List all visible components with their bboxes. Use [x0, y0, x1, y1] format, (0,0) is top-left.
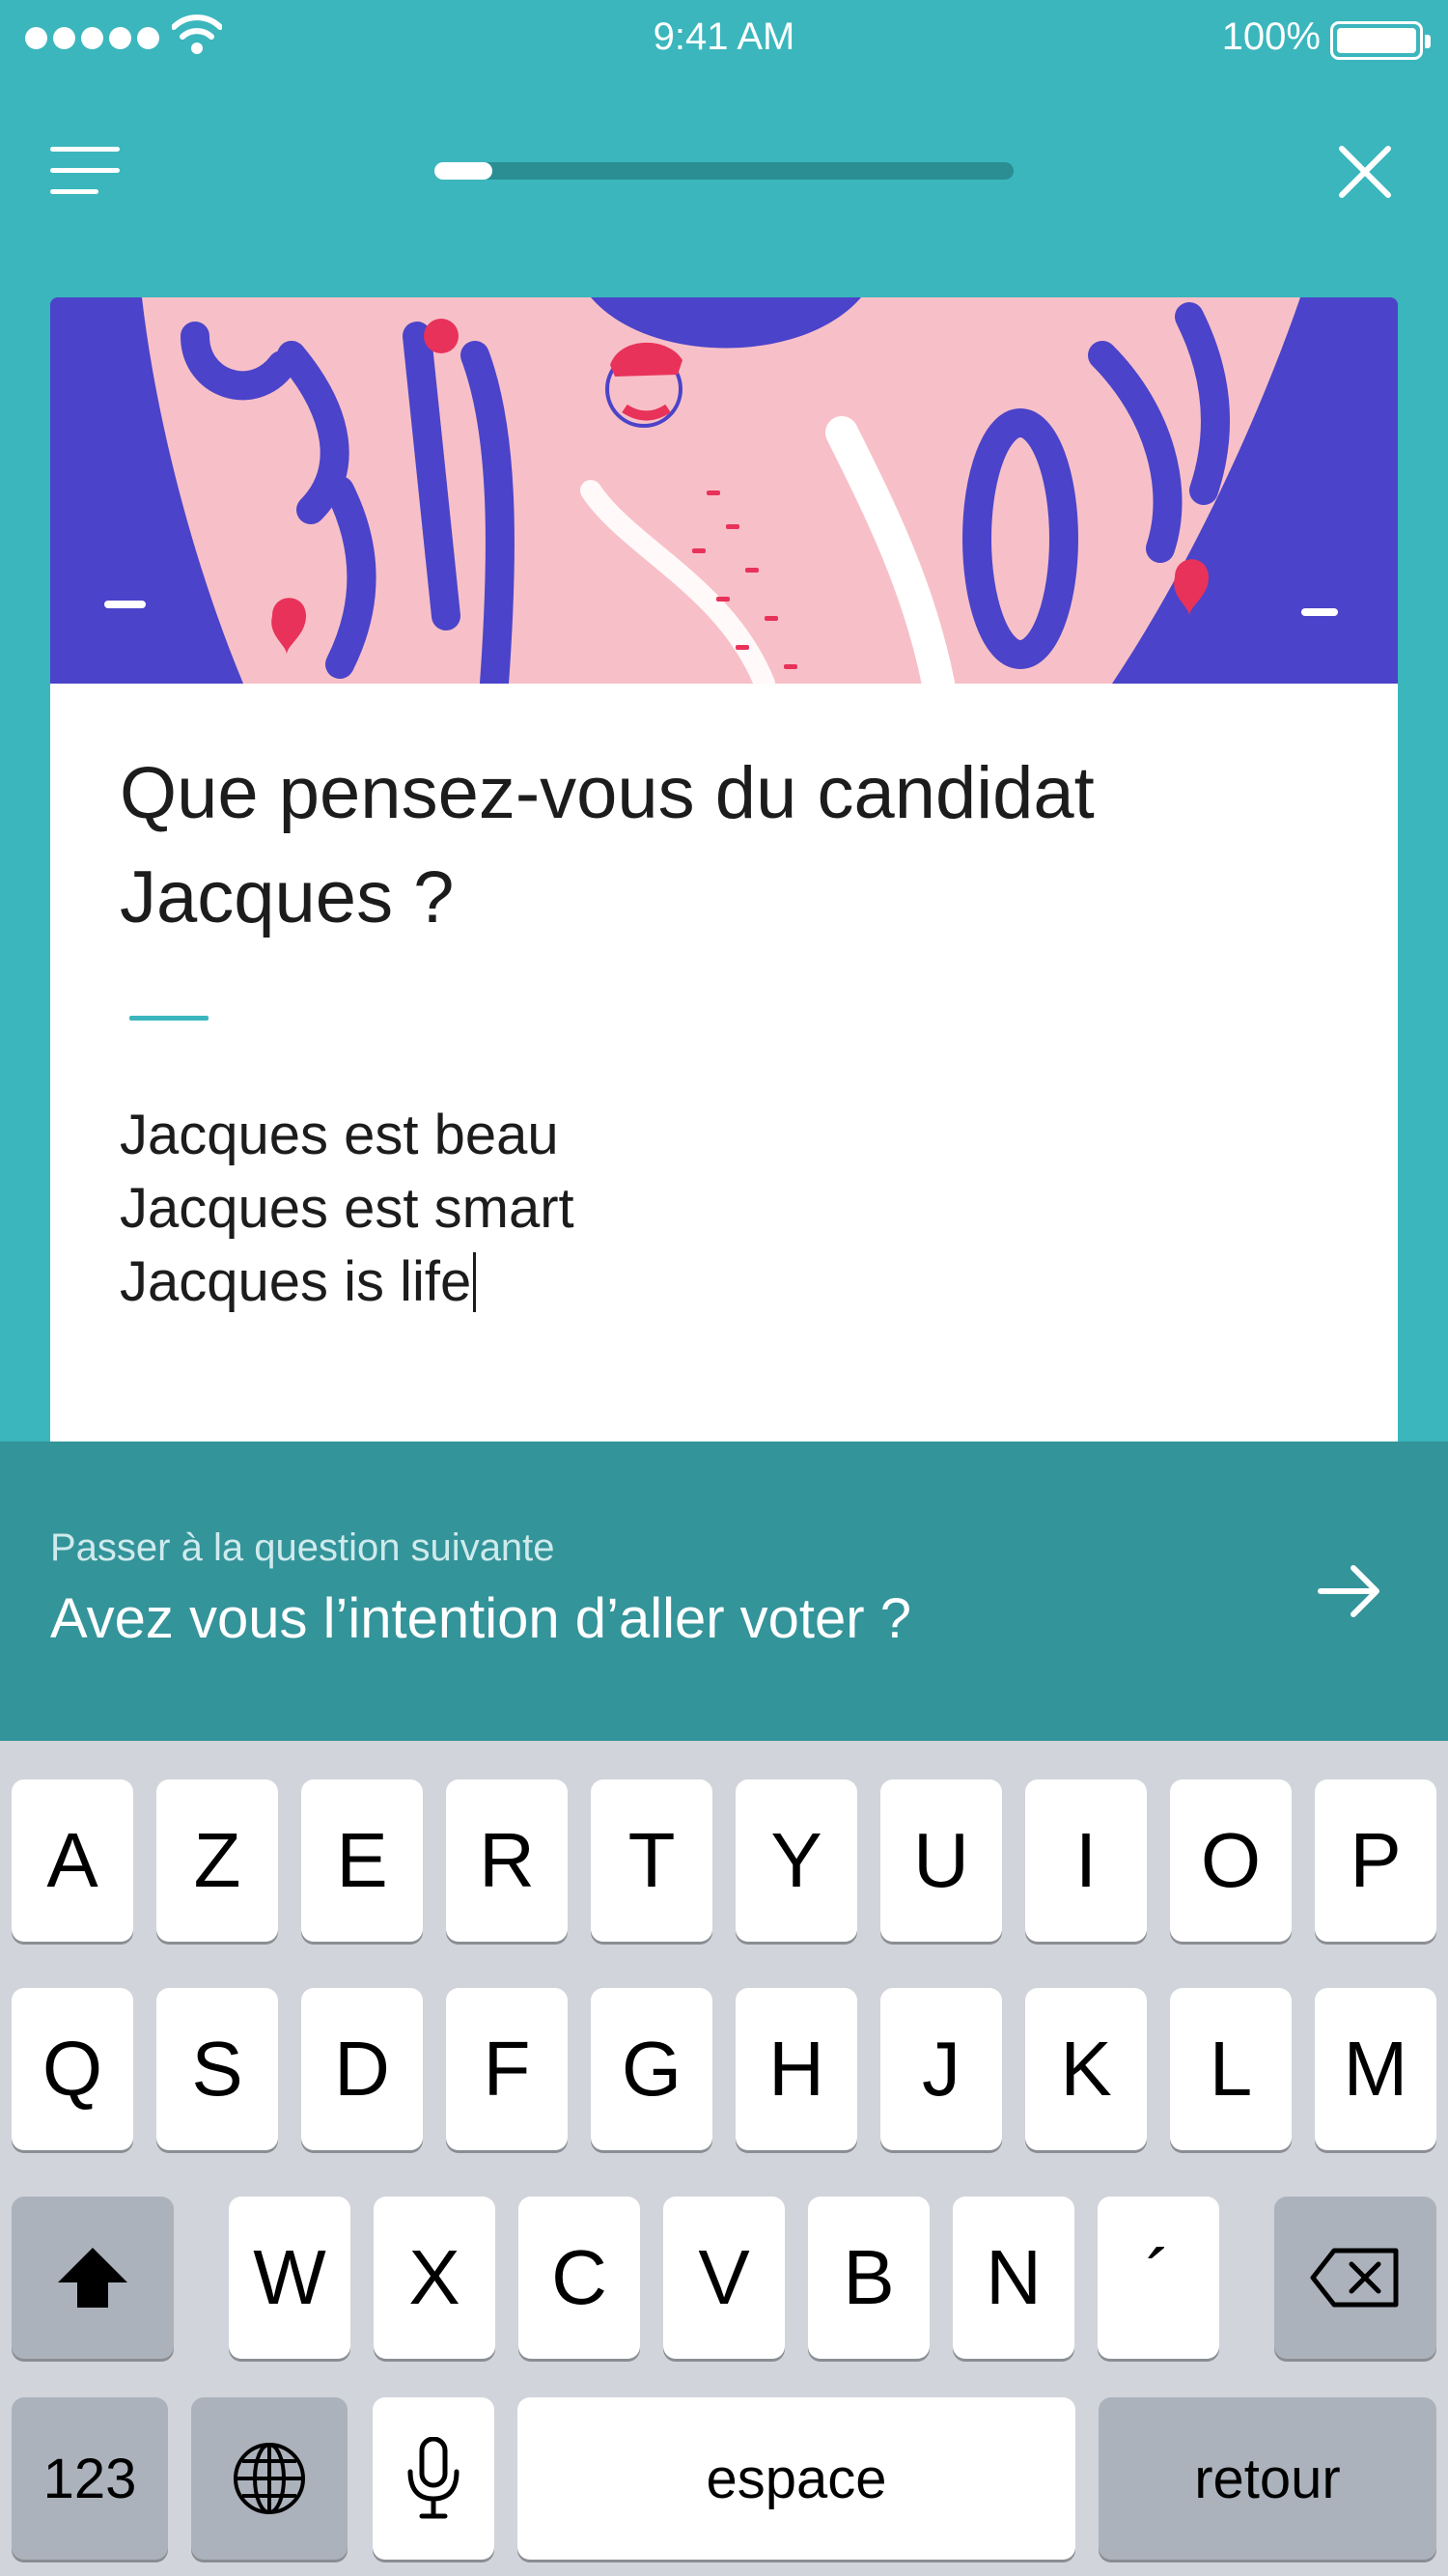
key-s[interactable]: S: [156, 1988, 278, 2150]
keyboard: A Z E R T Y U I O P Q S D F G H J K L M …: [0, 1741, 1448, 2576]
text-cursor: [473, 1252, 477, 1312]
key-e[interactable]: E: [301, 1779, 423, 1942]
key-c[interactable]: C: [518, 2197, 640, 2359]
next-question-title: Avez vous l’intention d’aller voter ?: [50, 1587, 911, 1650]
space-key[interactable]: espace: [517, 2397, 1075, 2560]
return-key[interactable]: retour: [1099, 2397, 1436, 2560]
title-divider: [129, 1016, 209, 1021]
shift-icon: [58, 2248, 127, 2308]
microphone-icon: [407, 2437, 459, 2519]
key-m[interactable]: M: [1315, 1988, 1436, 2150]
key-r[interactable]: R: [446, 1779, 568, 1942]
progress-bar: [434, 162, 1014, 180]
shift-key[interactable]: [12, 2197, 174, 2359]
progress-fill: [434, 162, 492, 180]
next-question-hint: Passer à la question suivante: [50, 1526, 555, 1569]
close-icon[interactable]: [1336, 143, 1394, 201]
hero-illustration: [50, 297, 1398, 684]
question-title: Que pensez-vous du candidat Jacques ?: [120, 752, 1095, 938]
status-bar: 9:41 AM 100%: [0, 0, 1448, 79]
answer-line-2: Jacques est smart: [120, 1177, 574, 1240]
key-q[interactable]: Q: [12, 1988, 133, 2150]
key-x[interactable]: X: [374, 2197, 495, 2359]
key-t[interactable]: T: [591, 1779, 712, 1942]
key-a[interactable]: A: [12, 1779, 133, 1942]
key-y[interactable]: Y: [736, 1779, 857, 1942]
menu-icon[interactable]: [50, 145, 120, 197]
key-accent[interactable]: ´: [1098, 2197, 1219, 2359]
key-i[interactable]: I: [1025, 1779, 1147, 1942]
key-j[interactable]: J: [880, 1988, 1002, 2150]
key-g[interactable]: G: [591, 1988, 712, 2150]
key-w[interactable]: W: [229, 2197, 350, 2359]
microphone-key[interactable]: [373, 2397, 494, 2560]
battery-icon: [1330, 21, 1431, 60]
key-d[interactable]: D: [301, 1988, 423, 2150]
key-v[interactable]: V: [663, 2197, 785, 2359]
delete-icon: [1310, 2248, 1399, 2308]
key-h[interactable]: H: [736, 1988, 857, 2150]
key-f[interactable]: F: [446, 1988, 568, 2150]
globe-icon: [234, 2443, 305, 2514]
battery-percentage: 100%: [1221, 15, 1321, 58]
key-z[interactable]: Z: [156, 1779, 278, 1942]
question-card: Que pensez-vous du candidat Jacques ? Ja…: [50, 297, 1398, 1442]
globe-key[interactable]: [191, 2397, 348, 2560]
key-l[interactable]: L: [1170, 1988, 1292, 2150]
key-k[interactable]: K: [1025, 1988, 1147, 2150]
next-question-banner[interactable]: Passer à la question suivante Avez vous …: [0, 1442, 1448, 1741]
key-p[interactable]: P: [1315, 1779, 1436, 1942]
answer-line-3: Jacques is life: [120, 1250, 472, 1313]
key-o[interactable]: O: [1170, 1779, 1292, 1942]
arrow-right-icon[interactable]: [1317, 1564, 1382, 1618]
answer-line-1: Jacques est beau: [120, 1104, 559, 1166]
delete-key[interactable]: [1274, 2197, 1436, 2359]
key-b[interactable]: B: [808, 2197, 930, 2359]
answer-textarea[interactable]: Jacques est beau Jacques est smart Jacqu…: [120, 1099, 1326, 1319]
numbers-key[interactable]: 123: [12, 2397, 168, 2560]
key-u[interactable]: U: [880, 1779, 1002, 1942]
key-n[interactable]: N: [953, 2197, 1074, 2359]
